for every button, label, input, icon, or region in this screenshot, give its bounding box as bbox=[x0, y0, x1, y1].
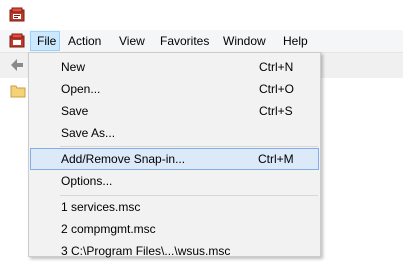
menu-action[interactable]: Action bbox=[62, 31, 107, 51]
title-bar bbox=[0, 0, 403, 30]
menu-item-save[interactable]: Save Ctrl+S bbox=[30, 100, 319, 122]
menu-item-shortcut: Ctrl+M bbox=[258, 152, 294, 166]
menu-separator bbox=[60, 146, 318, 147]
menu-item-label: New bbox=[61, 60, 86, 74]
menu-item-shortcut: Ctrl+O bbox=[259, 82, 295, 96]
menu-item-save-as[interactable]: Save As... bbox=[30, 122, 319, 144]
menu-item-shortcut: Ctrl+N bbox=[259, 60, 294, 74]
menu-item-recent-2[interactable]: 2 compmgmt.msc bbox=[30, 218, 319, 240]
file-menu-dropdown: New Ctrl+N Open... Ctrl+O Save Ctrl+S Sa… bbox=[28, 52, 321, 258]
back-arrow-icon[interactable] bbox=[10, 58, 24, 72]
console-tree-pane bbox=[0, 78, 29, 253]
menu-item-open[interactable]: Open... Ctrl+O bbox=[30, 78, 319, 100]
menu-item-label: 3 C:\Program Files\...\wsus.msc bbox=[61, 244, 231, 258]
results-pane bbox=[320, 78, 403, 253]
menu-item-recent-1[interactable]: 1 services.msc bbox=[30, 196, 319, 218]
menu-file[interactable]: File bbox=[30, 31, 60, 51]
menu-item-label: Add/Remove Snap-in... bbox=[61, 152, 186, 166]
menu-window[interactable]: Window bbox=[217, 31, 272, 51]
menu-item-label: Save As... bbox=[61, 126, 116, 140]
console-doc-icon[interactable] bbox=[9, 33, 25, 49]
menu-item-label: Save bbox=[61, 104, 89, 118]
menu-item-label: Options... bbox=[61, 174, 113, 188]
mmc-app-icon[interactable] bbox=[9, 7, 25, 23]
menu-item-shortcut: Ctrl+S bbox=[259, 104, 293, 118]
menu-item-label: Open... bbox=[61, 82, 101, 96]
menu-item-label: 2 compmgmt.msc bbox=[61, 222, 156, 236]
menu-item-options[interactable]: Options... bbox=[30, 170, 319, 192]
folder-icon[interactable] bbox=[10, 84, 26, 98]
menu-item-add-remove-snap-in[interactable]: Add/Remove Snap-in... Ctrl+M bbox=[30, 148, 319, 170]
menu-favorites[interactable]: Favorites bbox=[154, 31, 215, 51]
menu-help[interactable]: Help bbox=[277, 31, 314, 51]
menu-item-recent-3[interactable]: 3 C:\Program Files\...\wsus.msc bbox=[30, 240, 319, 262]
menu-item-new[interactable]: New Ctrl+N bbox=[30, 56, 319, 78]
menu-view[interactable]: View bbox=[113, 31, 151, 51]
menu-item-label: 1 services.msc bbox=[61, 200, 141, 214]
